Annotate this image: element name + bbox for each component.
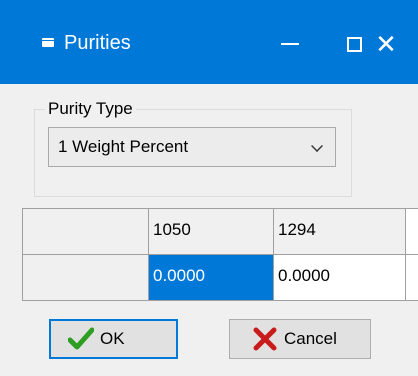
chevron-down-icon[interactable] (311, 140, 323, 152)
dialog-body: Purity Type 1 Weight Percent 1050 1294 0… (0, 84, 418, 376)
title-bar[interactable]: Purities ✕ (0, 0, 418, 84)
ok-label: OK (100, 329, 125, 348)
purity-type-label: Purity Type (45, 98, 136, 120)
close-icon: ✕ (375, 29, 397, 59)
value-cell-1294[interactable]: 0.0000 (274, 255, 406, 301)
purity-type-value: 1 Weight Percent (58, 137, 189, 156)
cancel-button[interactable]: Cancel (229, 319, 371, 359)
cancel-label: Cancel (284, 329, 337, 348)
purity-type-select[interactable]: 1 Weight Percent (48, 127, 336, 167)
purity-type-group: Purity Type 1 Weight Percent (34, 98, 352, 197)
value-cell-1050[interactable]: 0.0000 (149, 255, 274, 301)
grid-corner-cell[interactable] (23, 209, 149, 255)
row-header[interactable] (23, 255, 149, 301)
cancel-x-icon (253, 327, 277, 351)
grid-empty-area (406, 209, 418, 255)
column-header-1294[interactable]: 1294 (274, 209, 406, 255)
check-icon (68, 327, 94, 350)
column-header-1050[interactable]: 1050 (149, 209, 274, 255)
grid-empty-area (406, 255, 418, 301)
close-button[interactable]: ✕ (354, 20, 418, 68)
minimize-icon (281, 43, 299, 45)
minimize-button[interactable] (258, 20, 322, 68)
ok-button[interactable]: OK (49, 319, 178, 359)
window-title: Purities (64, 32, 131, 54)
app-icon[interactable] (42, 38, 54, 47)
purity-grid: 1050 1294 0.0000 0.0000 (22, 208, 418, 301)
